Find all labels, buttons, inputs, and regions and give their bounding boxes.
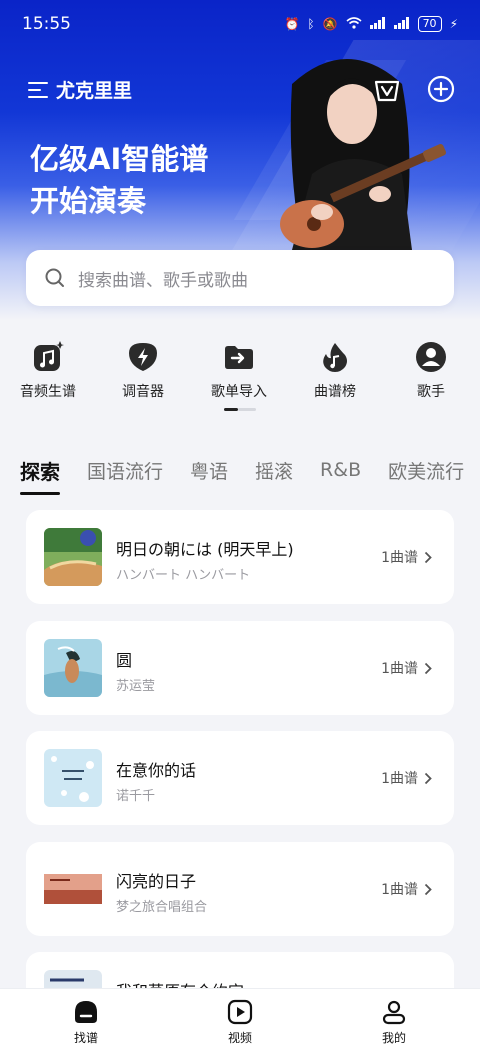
hero-title-line: 亿级AI智能谱 bbox=[30, 142, 209, 176]
score-count[interactable]: 1曲谱 bbox=[381, 879, 432, 899]
category-tabs: 探索 国语流行 粤语 摇滚 R&B 欧美流行 bbox=[0, 450, 480, 495]
search-input[interactable]: 搜索曲谱、歌手或歌曲 bbox=[78, 266, 248, 291]
score-count-label: 1曲谱 bbox=[381, 882, 418, 898]
nav-profile[interactable]: 我的 bbox=[354, 999, 434, 1046]
quick-action-label: 音频生谱 bbox=[20, 384, 76, 400]
tab-mandarin-pop[interactable]: 国语流行 bbox=[87, 457, 163, 484]
quick-action-chart[interactable]: 曲谱榜 bbox=[290, 338, 380, 401]
tab-cantonese[interactable]: 粤语 bbox=[190, 457, 228, 484]
quick-action-playlist-import[interactable]: 歌单导入 bbox=[194, 338, 284, 401]
album-cover bbox=[44, 639, 102, 697]
chevron-right-icon bbox=[424, 772, 432, 784]
quick-action-audio-to-score[interactable]: 音频生谱 bbox=[3, 338, 93, 401]
signal-icon bbox=[369, 16, 386, 32]
alarm-icon: ⏰ bbox=[284, 17, 300, 31]
tab-explore[interactable]: 探索 bbox=[20, 456, 60, 495]
song-artist: ハンバート ハンバート bbox=[116, 568, 251, 583]
quick-action-label: 歌手 bbox=[417, 384, 445, 400]
song-artist: 诺千千 bbox=[116, 789, 156, 804]
chevron-right-icon bbox=[424, 551, 432, 563]
album-cover bbox=[44, 528, 102, 586]
song-list-item[interactable]: 圆 苏运莹 1曲谱 bbox=[26, 621, 454, 715]
score-count[interactable]: 1曲谱 bbox=[381, 547, 432, 567]
score-count[interactable]: 1曲谱 bbox=[381, 768, 432, 788]
hero-title-line: 开始演奏 bbox=[30, 184, 147, 218]
score-count-label: 1曲谱 bbox=[381, 550, 418, 566]
nav-label: 视频 bbox=[227, 1031, 252, 1045]
song-artist: 苏运莹 bbox=[116, 679, 156, 694]
search-icon bbox=[45, 268, 64, 287]
nav-video[interactable]: 视频 bbox=[200, 999, 280, 1046]
charging-icon: ⚡ bbox=[449, 17, 458, 31]
page-indicator-active bbox=[224, 408, 238, 411]
home-icon bbox=[75, 1001, 97, 1023]
quick-action-label: 曲谱榜 bbox=[314, 384, 356, 400]
nav-label: 找谱 bbox=[73, 1031, 98, 1045]
chevron-right-icon bbox=[424, 883, 432, 895]
status-time: 15:55 bbox=[22, 14, 71, 34]
profile-icon bbox=[382, 1000, 406, 1025]
music-sparkle-icon bbox=[34, 341, 64, 371]
menu-icon[interactable] bbox=[28, 81, 48, 99]
quick-action-tuner[interactable]: 调音器 bbox=[98, 338, 188, 401]
page-indicator bbox=[224, 408, 256, 411]
tab-rnb[interactable]: R&B bbox=[320, 459, 361, 481]
person-icon bbox=[416, 342, 446, 372]
score-count[interactable]: 1曲谱 bbox=[381, 658, 432, 678]
flame-note-icon bbox=[323, 343, 347, 372]
song-title: 圆 bbox=[116, 651, 133, 670]
quick-action-label: 调音器 bbox=[122, 384, 164, 400]
status-bar: 15:55 ⏰ ᛒ 🔕 70 ⚡ bbox=[0, 0, 480, 48]
tab-western-pop[interactable]: 欧美流行 bbox=[388, 457, 464, 484]
pick-bolt-icon bbox=[129, 343, 157, 371]
quick-action-label: 歌单导入 bbox=[211, 384, 267, 400]
song-title: 在意你的话 bbox=[116, 761, 197, 780]
video-icon bbox=[227, 999, 253, 1025]
song-list-item[interactable]: 在意你的话 诺千千 1曲谱 bbox=[26, 731, 454, 825]
battery-level: 70 bbox=[417, 16, 442, 32]
guitarist-illustration bbox=[280, 59, 447, 250]
page-indicator-inactive bbox=[238, 408, 256, 411]
score-count-label: 1曲谱 bbox=[381, 661, 418, 677]
bottom-nav: 找谱 视频 我的 bbox=[0, 988, 480, 1058]
score-count-label: 1曲谱 bbox=[381, 771, 418, 787]
album-cover bbox=[44, 860, 102, 918]
hero-title: 亿级AI智能谱 开始演奏 bbox=[30, 138, 208, 222]
brand-title: 尤克里里 bbox=[56, 80, 133, 102]
nav-label: 我的 bbox=[381, 1031, 406, 1045]
app-brand[interactable]: 尤克里里 bbox=[28, 76, 132, 103]
add-icon[interactable] bbox=[426, 74, 456, 104]
quick-action-singers[interactable]: 歌手 bbox=[386, 338, 476, 401]
album-cover bbox=[44, 749, 102, 807]
status-icons: ⏰ ᛒ 🔕 70 ⚡ bbox=[284, 16, 458, 32]
quick-actions: 音频生谱 调音器 歌单导入 曲谱榜 歌手 bbox=[0, 338, 480, 408]
wifi-icon bbox=[346, 16, 362, 32]
chevron-right-icon bbox=[424, 662, 432, 674]
song-title: 明日の朝には (明天早上) bbox=[116, 540, 294, 559]
song-list-item[interactable]: 明日の朝には (明天早上) ハンバート ハンバート 1曲谱 bbox=[26, 510, 454, 604]
crown-vip-icon[interactable] bbox=[372, 74, 402, 104]
folder-import-icon bbox=[225, 346, 253, 369]
mute-icon: 🔕 bbox=[322, 17, 338, 31]
tab-rock[interactable]: 摇滚 bbox=[255, 457, 293, 484]
song-artist: 梦之旅合唱组合 bbox=[116, 900, 208, 915]
search-bar[interactable]: 搜索曲谱、歌手或歌曲 bbox=[26, 250, 454, 306]
nav-find-scores[interactable]: 找谱 bbox=[46, 999, 126, 1046]
signal-icon bbox=[393, 16, 410, 32]
song-list-item[interactable]: 闪亮的日子 梦之旅合唱组合 1曲谱 bbox=[26, 842, 454, 936]
bluetooth-icon: ᛒ bbox=[307, 17, 315, 31]
song-title: 闪亮的日子 bbox=[116, 872, 197, 891]
